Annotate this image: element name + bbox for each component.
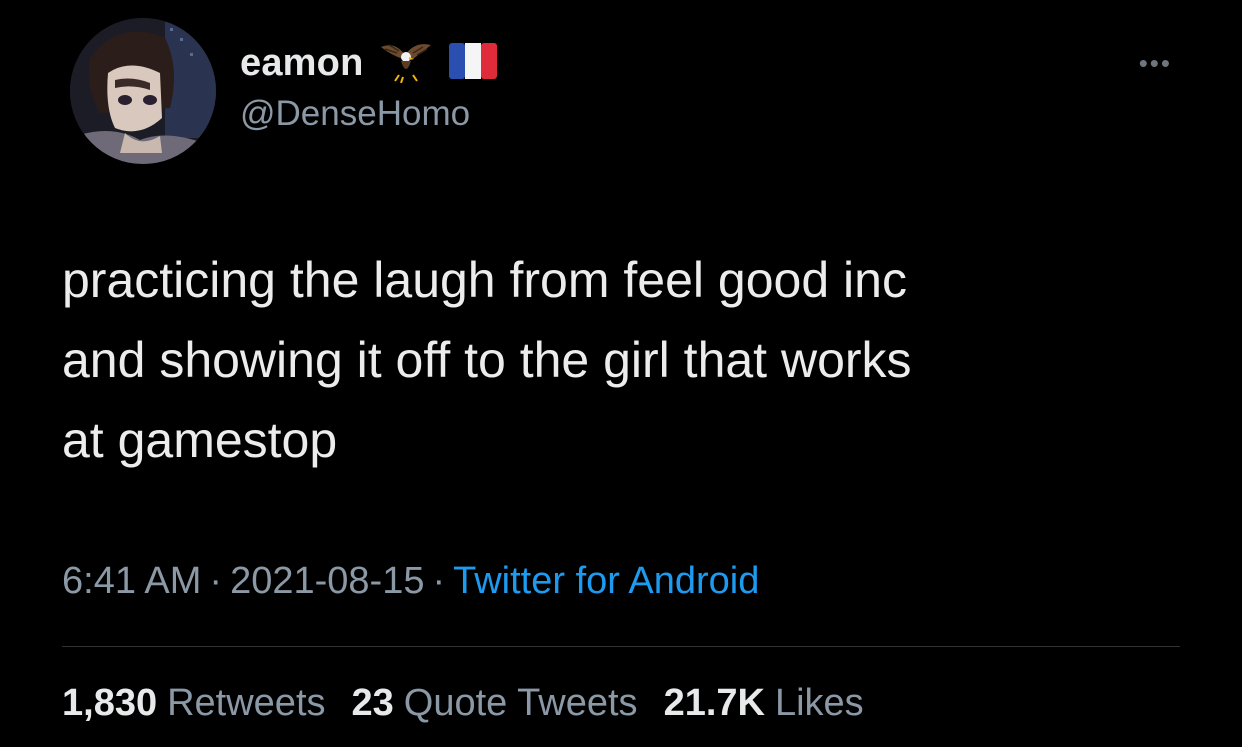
tweet-time[interactable]: 6:41 AM	[62, 560, 201, 602]
likes-stat[interactable]: 21.7K Likes	[664, 682, 864, 725]
france-flag-emoji	[449, 42, 498, 84]
likes-label: Likes	[774, 682, 864, 724]
quote-tweets-label: Quote Tweets	[403, 682, 638, 724]
tweet-source-link[interactable]: Twitter for Android	[453, 560, 759, 602]
eagle-emoji	[377, 39, 435, 88]
tweet-text: practicing the laugh from feel good inc …	[62, 252, 912, 468]
divider	[62, 646, 1180, 647]
quote-tweets-count: 23	[351, 682, 394, 724]
display-name[interactable]: eamon	[240, 42, 363, 85]
tweet-date[interactable]: 2021-08-15	[230, 560, 424, 602]
meta-separator: ·	[432, 560, 446, 602]
avatar[interactable]	[70, 18, 216, 164]
quote-tweets-stat[interactable]: 23 Quote Tweets	[352, 682, 638, 725]
meta-separator: ·	[209, 560, 223, 602]
likes-count: 21.7K	[663, 682, 765, 724]
user-handle[interactable]: @DenseHomo	[240, 94, 470, 134]
retweets-count: 1,830	[62, 682, 158, 724]
tweet-stats: 1,830 Retweets 23 Quote Tweets 21.7K Likes	[62, 682, 864, 725]
retweets-label: Retweets	[167, 682, 326, 724]
retweets-stat[interactable]: 1,830 Retweets	[62, 682, 326, 725]
more-horizontal-icon[interactable]: •••	[1139, 48, 1172, 79]
author-name-row: eamon	[240, 39, 498, 88]
tweet-meta: 6:41 AM · 2021-08-15 · Twitter for Android	[62, 560, 759, 603]
